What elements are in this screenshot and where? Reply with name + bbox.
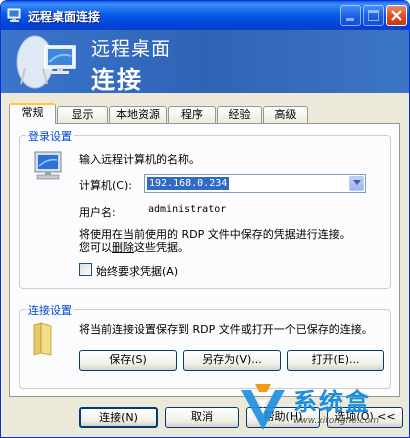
credentials-suffix: 这些凭据。 bbox=[134, 241, 189, 254]
tab-label: 常规 bbox=[21, 106, 44, 119]
remote-desktop-app-icon bbox=[7, 8, 21, 22]
tab-experience[interactable]: 经验 bbox=[217, 106, 262, 124]
header-banner: 远程桌面 连接 bbox=[1, 30, 409, 93]
delete-credentials-link[interactable]: 删除 bbox=[112, 241, 134, 254]
save-as-button[interactable]: 另存为(V)... bbox=[183, 350, 281, 371]
computer-icon bbox=[34, 151, 62, 180]
folder-icon bbox=[33, 322, 52, 356]
close-button[interactable] bbox=[386, 5, 407, 26]
close-icon bbox=[391, 10, 402, 21]
tab-general[interactable]: 常规 bbox=[9, 103, 56, 124]
login-settings-title: 登录设置 bbox=[26, 128, 74, 144]
username-value: administrator bbox=[148, 204, 227, 215]
tab-label: 高级 bbox=[274, 108, 297, 121]
computer-dropdown-button[interactable] bbox=[349, 176, 364, 191]
computer-label: 计算机(C): bbox=[79, 179, 132, 192]
tab-programs[interactable]: 程序 bbox=[168, 106, 216, 124]
banner-subtitle: 远程桌面 bbox=[91, 38, 172, 60]
minimize-button[interactable] bbox=[340, 5, 361, 26]
title-bar[interactable]: 远程桌面连接 bbox=[1, 1, 409, 30]
connection-settings-description: 将当前连接设置保存到 RDP 文件或打开一个已保存的连接。 bbox=[79, 323, 373, 336]
remote-desktop-banner-icon bbox=[16, 35, 76, 89]
tab-label: 显示 bbox=[71, 108, 94, 121]
save-button[interactable]: 保存(S) bbox=[79, 350, 177, 371]
always-ask-credentials-checkbox[interactable] bbox=[79, 263, 92, 276]
tab-label: 程序 bbox=[181, 108, 203, 121]
tab-local-resources[interactable]: 本地资源 bbox=[109, 106, 167, 124]
maximize-icon bbox=[368, 10, 379, 21]
watermark: 系统盒 www.xitonghe.com bbox=[233, 378, 403, 436]
credentials-note-line2: 您可以删除这些凭据。 bbox=[79, 239, 189, 255]
open-button[interactable]: 打开(E)... bbox=[287, 350, 384, 371]
tab-display[interactable]: 显示 bbox=[57, 106, 108, 124]
remote-desktop-window: 远程桌面连接 远程桌面 连接 常规 显示 本地资源 程序 经验 高级 登录设置 … bbox=[0, 0, 410, 438]
tab-label: 本地资源 bbox=[116, 108, 160, 121]
window-title: 远程桌面连接 bbox=[28, 10, 101, 24]
tab-label: 经验 bbox=[228, 108, 251, 121]
username-label: 用户名: bbox=[79, 206, 116, 219]
banner-title: 连接 bbox=[91, 66, 143, 93]
credentials-prefix: 您可以 bbox=[79, 241, 112, 254]
chevron-down-icon bbox=[353, 180, 361, 185]
cancel-button[interactable]: 取消 bbox=[165, 407, 239, 428]
connect-button[interactable]: 连接(N) bbox=[79, 407, 158, 428]
tab-advanced[interactable]: 高级 bbox=[263, 106, 308, 124]
computer-value[interactable]: 192.168.0.234 bbox=[147, 177, 230, 190]
minimize-icon bbox=[346, 18, 354, 21]
watermark-url: www.xitonghe.com bbox=[293, 416, 379, 426]
login-prompt: 输入远程计算机的名称。 bbox=[79, 153, 200, 166]
computer-combobox[interactable]: 192.168.0.234 bbox=[144, 174, 366, 193]
maximize-button[interactable] bbox=[363, 5, 384, 26]
watermark-logo-icon bbox=[241, 384, 285, 430]
connection-settings-title: 连接设置 bbox=[26, 302, 74, 318]
watermark-title: 系统盒 bbox=[293, 388, 371, 416]
always-ask-credentials-label[interactable]: 始终要求凭据(A) bbox=[96, 263, 178, 279]
